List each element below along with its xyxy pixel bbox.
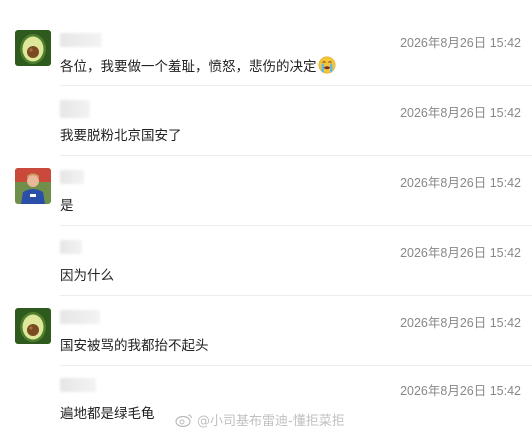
weibo-icon: [175, 413, 193, 428]
username-blurred[interactable]: [60, 33, 102, 47]
watermark-text: @小司基布雷迪-懂拒菜拒: [197, 414, 345, 429]
avocado-avatar-icon: [15, 30, 51, 66]
avatar[interactable]: [15, 308, 51, 344]
avatar[interactable]: [15, 168, 51, 204]
loudly-crying-face-icon: [318, 56, 336, 74]
timestamp: 2026年8月26日 15:42: [400, 36, 521, 50]
username-blurred[interactable]: [60, 310, 100, 324]
footballer-avatar-icon: [15, 168, 51, 204]
username-blurred[interactable]: [60, 240, 82, 254]
timestamp: 2026年8月26日 15:42: [400, 316, 521, 330]
avatar[interactable]: [15, 30, 51, 66]
username-blurred[interactable]: [60, 378, 96, 392]
comment-item: 2026年8月26日 15:42 国安被骂的我都抬不起头: [0, 296, 532, 366]
comment-text: 是: [60, 198, 74, 214]
timestamp: 2026年8月26日 15:42: [400, 176, 521, 190]
comment-text: 各位，我要做一个羞耻，愤怒，悲伤的决定: [60, 55, 336, 75]
comment-text-content: 各位，我要做一个羞耻，愤怒，悲伤的决定: [60, 59, 317, 75]
timestamp: 2026年8月26日 15:42: [400, 246, 521, 260]
comment-feed: 2026年8月26日 15:42 各位，我要做一个羞耻，愤怒，悲伤的决定 202…: [0, 0, 532, 434]
username-blurred[interactable]: [60, 170, 84, 184]
username-blurred[interactable]: [60, 100, 90, 118]
watermark: @小司基布雷迪-懂拒菜拒: [175, 410, 345, 429]
comment-item: 2026年8月26日 15:42 是: [0, 156, 532, 226]
comment-text: 我要脱粉北京国安了: [60, 128, 182, 144]
comment-text: 遍地都是绿毛龟: [60, 406, 155, 422]
comment-item: 2026年8月26日 15:42 各位，我要做一个羞耻，愤怒，悲伤的决定: [0, 0, 532, 86]
comment-item: 2026年8月26日 15:42 因为什么: [0, 226, 532, 296]
comment-text: 国安被骂的我都抬不起头: [60, 338, 209, 354]
avocado-avatar-icon: [15, 308, 51, 344]
comment-text: 因为什么: [60, 268, 114, 284]
timestamp: 2026年8月26日 15:42: [400, 106, 521, 120]
comment-item: 2026年8月26日 15:42 我要脱粉北京国安了: [0, 86, 532, 156]
timestamp: 2026年8月26日 15:42: [400, 384, 521, 398]
